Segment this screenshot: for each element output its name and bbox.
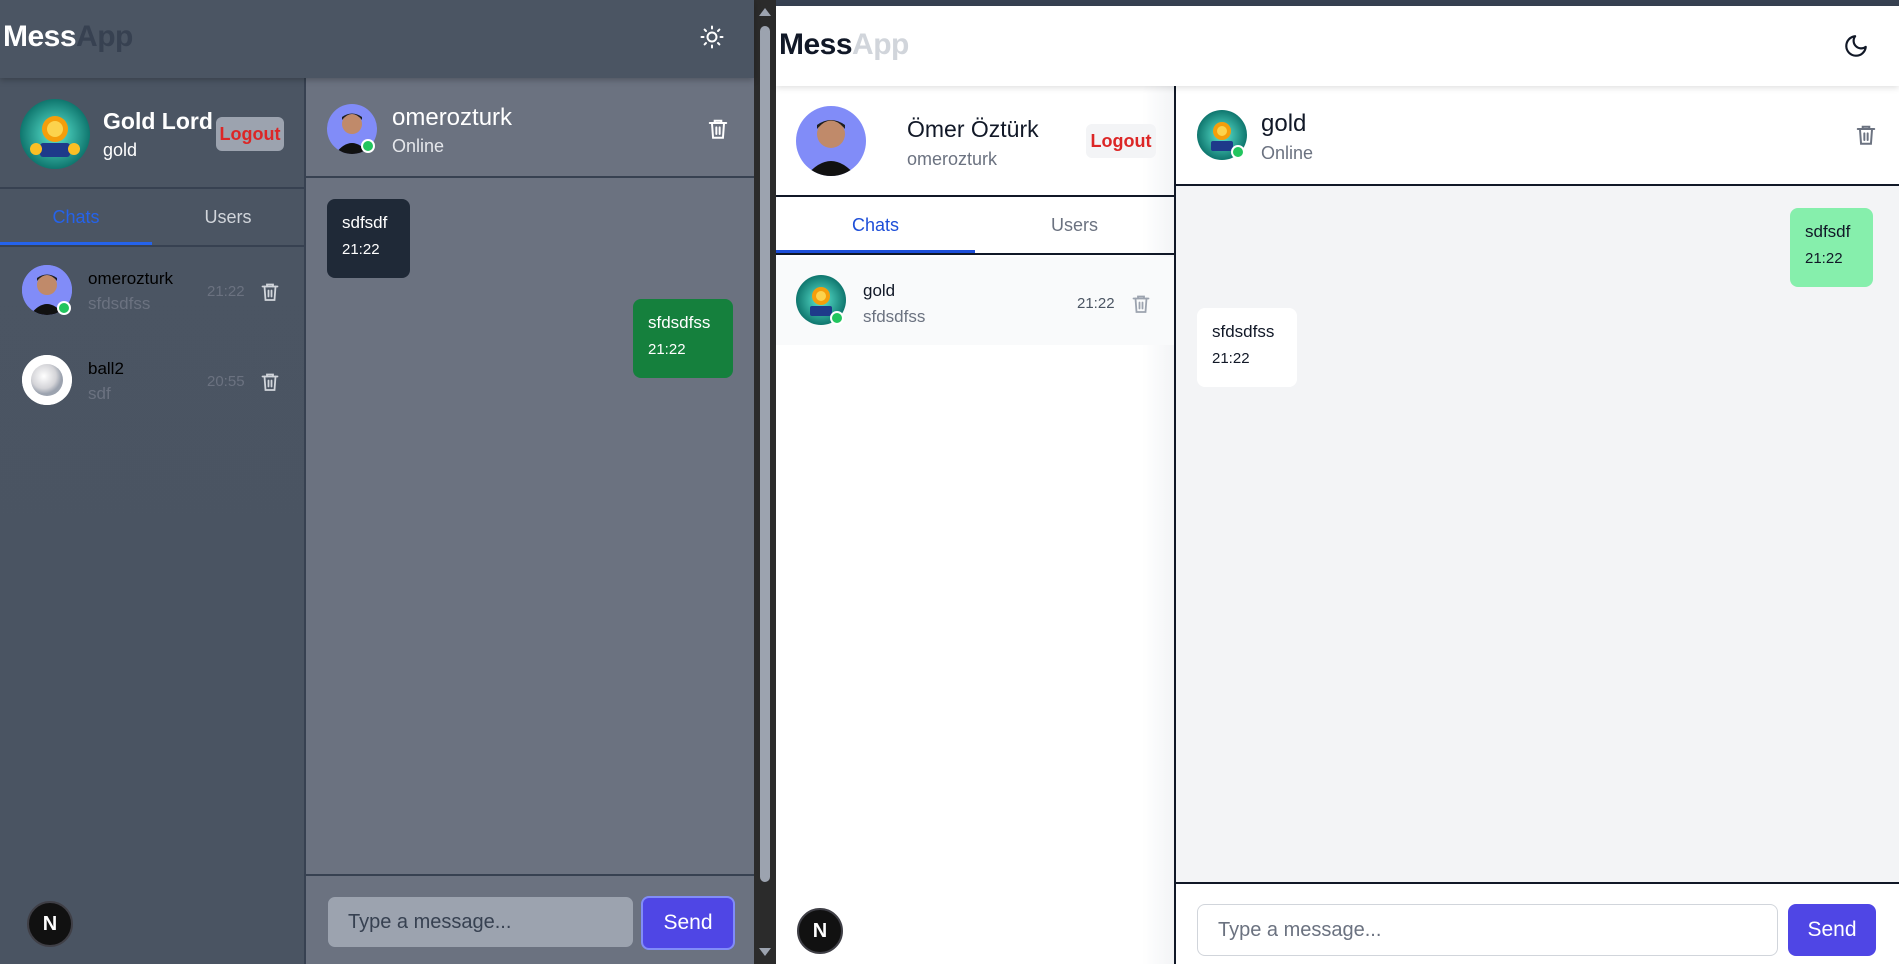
message-text: sfdsdfss: [648, 313, 711, 332]
online-indicator: [361, 139, 375, 153]
scrollbar-thumb[interactable]: [760, 26, 770, 882]
moon-icon[interactable]: [1839, 29, 1873, 63]
message-input[interactable]: Type a message...: [1197, 904, 1778, 956]
light-sidebar: Ömer Öztürk omerozturk Logout Chats User…: [776, 86, 1176, 964]
dark-app-header: MessApp: [0, 0, 754, 78]
chat-item-ball2[interactable]: ball2 sdf 20:55: [0, 339, 304, 429]
app-logo: MessApp: [3, 20, 133, 54]
message-time: 21:22: [342, 241, 380, 258]
send-button[interactable]: Send: [1788, 904, 1876, 956]
message-bubble-received: sfdsdfss 21:22: [1197, 308, 1297, 387]
chat-name: gold: [863, 281, 896, 300]
online-indicator: [830, 311, 844, 325]
sun-icon[interactable]: [695, 20, 729, 54]
tab-users[interactable]: Users: [152, 189, 304, 245]
chat-time: 20:55: [207, 373, 245, 390]
chat-last-message: sdf: [88, 384, 111, 403]
tab-chats[interactable]: Chats: [0, 189, 152, 245]
logout-button[interactable]: Logout: [1086, 124, 1156, 158]
chat-name: omerozturk: [88, 269, 174, 288]
avatar: [796, 106, 866, 176]
message-time: 21:22: [1212, 350, 1250, 367]
dark-sidebar: Gold Lord gold Logout Chats Users .dark-…: [0, 78, 306, 964]
message-time: 21:22: [1805, 250, 1843, 267]
light-app-header: MessApp: [776, 6, 1899, 86]
dark-tabs: Chats Users: [0, 189, 304, 247]
light-profile-panel: Ömer Öztürk omerozturk Logout: [776, 86, 1174, 197]
logo-part-app: App: [852, 28, 909, 61]
logout-button[interactable]: Logout: [216, 117, 284, 151]
chat-last-message: sfdsdfss: [88, 294, 151, 313]
screen: MessApp Gold Lord gold Logout Chats User…: [0, 0, 1899, 964]
online-indicator: [1231, 145, 1245, 159]
n-badge-button[interactable]: N: [27, 901, 73, 947]
scroll-down-arrow-icon[interactable]: [759, 948, 771, 956]
online-indicator: [57, 301, 71, 315]
tab-users[interactable]: Users: [975, 197, 1174, 253]
message-time: 21:22: [648, 341, 686, 358]
trash-icon[interactable]: [261, 282, 279, 302]
dark-chat-panel: omerozturk Online sdfsdf 21:22 sfdsdfss …: [306, 78, 754, 964]
chat-item-gold[interactable]: gold sfdsdfss 21:22: [776, 257, 1174, 345]
vertical-scrollbar[interactable]: [754, 0, 776, 964]
app-logo: MessApp: [779, 28, 909, 62]
dark-window: MessApp Gold Lord gold Logout Chats User…: [0, 0, 754, 964]
avatar: [22, 355, 72, 405]
chat-header-status: Online: [392, 136, 445, 156]
profile-username: omerozturk: [907, 149, 998, 169]
chat-header: omerozturk Online: [306, 78, 754, 178]
trash-icon[interactable]: [1856, 124, 1876, 146]
profile-name: Gold Lord: [103, 108, 213, 134]
chat-header-name: omerozturk: [392, 104, 513, 131]
send-button[interactable]: Send: [641, 896, 735, 950]
tab-chats[interactable]: Chats: [776, 197, 975, 253]
chat-time: 21:22: [207, 283, 245, 300]
trash-icon[interactable]: [261, 372, 279, 392]
message-text: sfdsdfss: [1212, 322, 1275, 341]
message-text: sdfsdf: [342, 213, 388, 232]
light-window: MessApp Ömer Öztürk omerozturk Logout Ch…: [776, 0, 1899, 964]
logo-part-mess: Mess: [779, 28, 853, 61]
dark-profile-panel: Gold Lord gold Logout: [0, 78, 304, 189]
chat-last-message: sfdsdfss: [863, 307, 926, 326]
message-input[interactable]: Type a message...: [327, 896, 634, 948]
chat-header: gold Online: [1176, 86, 1899, 186]
chat-name: ball2: [88, 359, 124, 378]
light-chat-panel: gold Online sdfsdf 21:22 sfdsdfss 21:22 …: [1176, 86, 1899, 964]
chat-time: 21:22: [1077, 295, 1115, 312]
message-bubble-sent: sdfsdf 21:22: [1790, 208, 1873, 287]
logo-part-mess: Mess: [3, 20, 77, 53]
avatar: [20, 99, 90, 169]
chat-header-name: gold: [1261, 110, 1307, 137]
profile-name: Ömer Öztürk: [907, 116, 1039, 142]
n-badge-button[interactable]: N: [797, 908, 843, 954]
light-tabs: Chats Users: [776, 197, 1174, 255]
trash-icon[interactable]: [708, 118, 728, 140]
message-text: sdfsdf: [1805, 222, 1851, 241]
trash-icon[interactable]: [1132, 294, 1150, 314]
message-composer: Type a message... Send: [306, 874, 754, 964]
logo-part-app: App: [76, 20, 133, 53]
profile-username: gold: [103, 140, 138, 160]
scroll-up-arrow-icon[interactable]: [759, 8, 771, 16]
message-bubble-sent: sfdsdfss 21:22: [633, 299, 733, 378]
message-composer: Type a message... Send: [1176, 882, 1899, 964]
chat-item-omerozturk[interactable]: omerozturk sfdsdfss 21:22: [0, 249, 304, 339]
chat-header-status: Online: [1261, 143, 1314, 163]
message-bubble-received: sdfsdf 21:22: [327, 199, 410, 278]
